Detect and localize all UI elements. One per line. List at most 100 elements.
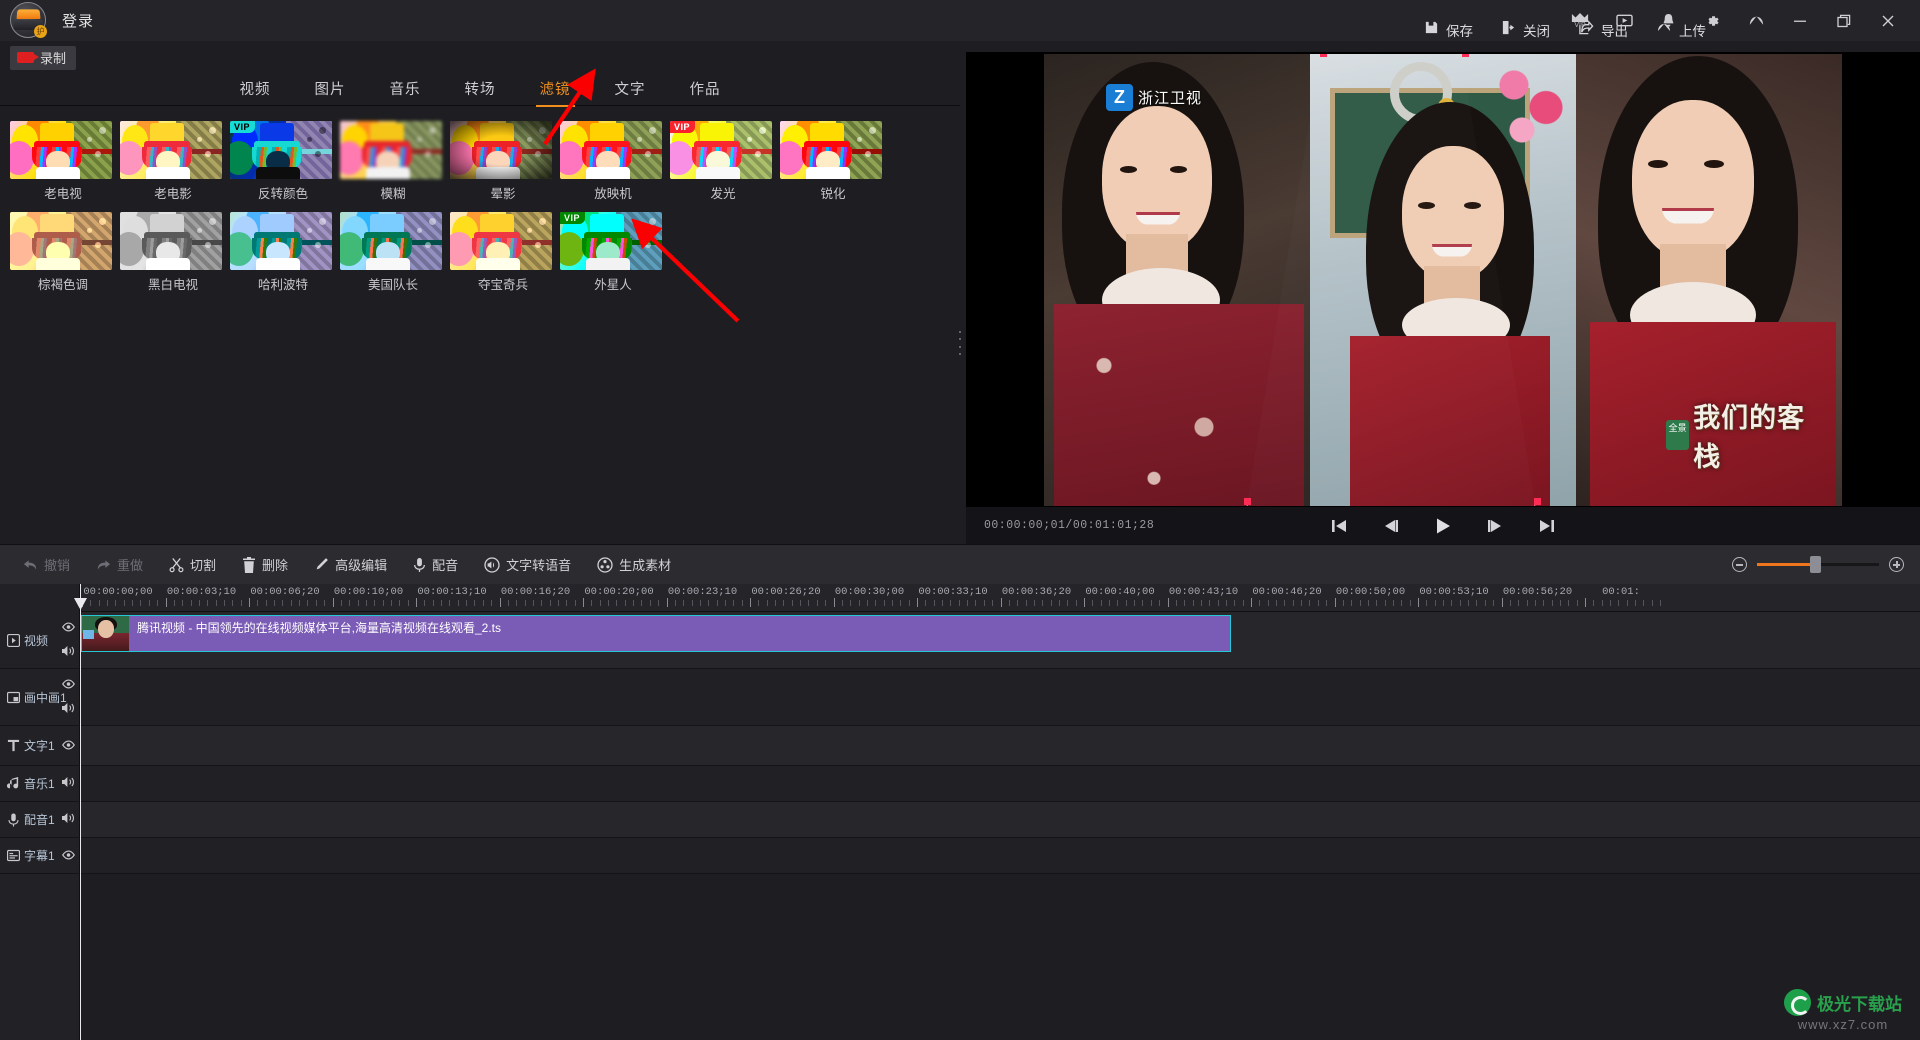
- advanced-button[interactable]: 高级编辑: [301, 545, 400, 585]
- step-forward-icon[interactable]: [1484, 515, 1506, 537]
- filter-item[interactable]: 晕影: [450, 121, 556, 202]
- maximize-icon[interactable]: [1822, 0, 1866, 41]
- video-play-box-icon[interactable]: [1602, 0, 1646, 41]
- filter-item[interactable]: 棕褐色调: [10, 212, 116, 293]
- eye-visibility-icon[interactable]: [62, 676, 75, 694]
- selection-handle-br[interactable]: [1534, 498, 1541, 505]
- dub-button[interactable]: 配音: [400, 545, 471, 585]
- tts-button[interactable]: 文字转语音: [471, 545, 584, 585]
- redo-button[interactable]: 重做: [83, 545, 156, 585]
- selection-handle-tl[interactable]: [1320, 54, 1327, 57]
- speaker-mute-icon[interactable]: [61, 701, 75, 719]
- filter-item[interactable]: 锐化: [780, 121, 886, 202]
- filter-thumbnail[interactable]: [780, 121, 882, 179]
- speaker-mute-icon[interactable]: [61, 775, 75, 793]
- app-logo[interactable]: 护: [10, 2, 48, 40]
- track-lane-pip1[interactable]: [80, 669, 1920, 725]
- home-icon[interactable]: [1734, 0, 1778, 41]
- timeline-ruler[interactable]: 00:00:00;0000:00:03;1000:00:06;2000:00:1…: [80, 584, 1920, 612]
- track-controls: [61, 766, 75, 801]
- minimize-icon[interactable]: [1778, 0, 1822, 41]
- track-header-music1[interactable]: 音乐1: [0, 766, 80, 801]
- tab-works[interactable]: 作品: [668, 74, 743, 106]
- zoom-out-icon[interactable]: [1732, 557, 1747, 572]
- eye-visibility-icon[interactable]: [62, 619, 75, 637]
- filter-thumbnail[interactable]: VIP: [560, 212, 662, 270]
- filter-item[interactable]: 老电视: [10, 121, 116, 202]
- filter-item[interactable]: VIP反转颜色: [230, 121, 336, 202]
- video-canvas[interactable]: Z 浙江卫视: [966, 52, 1920, 507]
- filter-item[interactable]: 黑白电视: [120, 212, 226, 293]
- timeline-clip[interactable]: 腾讯视频 - 中国领先的在线视频媒体平台,海量高清视频在线观看_2.ts: [81, 615, 1231, 652]
- track-header-video[interactable]: 视频: [0, 612, 80, 668]
- filter-thumbnail[interactable]: [560, 121, 662, 179]
- track-lane-music1[interactable]: [80, 766, 1920, 801]
- filter-thumbnail[interactable]: [450, 212, 552, 270]
- skip-to-end-icon[interactable]: [1536, 515, 1558, 537]
- save-button[interactable]: 保存: [1424, 20, 1473, 40]
- zoom-slider-knob[interactable]: [1810, 556, 1821, 573]
- filter-item[interactable]: 老电影: [120, 121, 226, 202]
- film-reel-icon: [597, 557, 613, 573]
- skip-to-start-icon[interactable]: [1328, 515, 1350, 537]
- delete-button[interactable]: 删除: [229, 545, 301, 585]
- track-lane-dub1[interactable]: [80, 802, 1920, 837]
- track-header-pip1[interactable]: 画中画1: [0, 669, 80, 725]
- filter-thumbnail[interactable]: [10, 212, 112, 270]
- ruler-tick: [575, 600, 576, 606]
- step-back-icon[interactable]: [1380, 515, 1402, 537]
- track-lane-text1[interactable]: [80, 726, 1920, 765]
- crown-vip-icon[interactable]: VIP: [1558, 0, 1602, 41]
- show-logo: 全景 我们的客栈: [1666, 406, 1818, 464]
- filter-thumbnail[interactable]: [120, 212, 222, 270]
- close-icon[interactable]: [1866, 0, 1910, 41]
- filter-thumbnail[interactable]: VIP: [670, 121, 772, 179]
- login-label[interactable]: 登录: [62, 10, 94, 31]
- filter-thumbnail[interactable]: [340, 212, 442, 270]
- track-lane-sub1[interactable]: [80, 838, 1920, 873]
- filter-item[interactable]: 模糊: [340, 121, 446, 202]
- bell-icon[interactable]: [1646, 0, 1690, 41]
- eye-visibility-icon[interactable]: [62, 847, 75, 865]
- filter-thumbnail[interactable]: [10, 121, 112, 179]
- track-header-dub1[interactable]: 配音1: [0, 802, 80, 837]
- selection-handle-bl[interactable]: [1244, 498, 1251, 505]
- ruler-tick: [157, 600, 158, 606]
- tab-music[interactable]: 音乐: [368, 74, 443, 106]
- tab-transition[interactable]: 转场: [443, 74, 518, 106]
- ruler-tick: [1176, 600, 1177, 606]
- filter-thumbnail[interactable]: [340, 121, 442, 179]
- filter-item[interactable]: VIP外星人: [560, 212, 666, 293]
- tab-filter[interactable]: 滤镜: [518, 74, 593, 106]
- speaker-mute-icon[interactable]: [61, 811, 75, 829]
- gear-icon[interactable]: [1690, 0, 1734, 41]
- undo-button[interactable]: 撤销: [10, 545, 83, 585]
- filter-thumbnail[interactable]: VIP: [230, 121, 332, 179]
- filter-item[interactable]: 放映机: [560, 121, 666, 202]
- close-project-button[interactable]: 关闭: [1501, 20, 1550, 40]
- eye-visibility-icon[interactable]: [62, 737, 75, 755]
- selection-handle-tr[interactable]: [1462, 54, 1469, 57]
- filter-item[interactable]: 夺宝奇兵: [450, 212, 556, 293]
- filter-thumbnail[interactable]: [450, 121, 552, 179]
- playhead[interactable]: [80, 584, 81, 1040]
- generate-button[interactable]: 生成素材: [584, 545, 684, 585]
- track-header-sub1[interactable]: 字幕1: [0, 838, 80, 873]
- filter-thumbnail[interactable]: [230, 212, 332, 270]
- zoom-slider[interactable]: [1757, 563, 1879, 566]
- cut-button[interactable]: 切割: [156, 545, 229, 585]
- panel-splitter-handle[interactable]: [955, 331, 965, 355]
- filter-item[interactable]: 美国队长: [340, 212, 446, 293]
- filter-item[interactable]: VIP发光: [670, 121, 776, 202]
- zoom-in-icon[interactable]: [1889, 557, 1904, 572]
- tab-image[interactable]: 图片: [293, 74, 368, 106]
- track-lane-video[interactable]: 腾讯视频 - 中国领先的在线视频媒体平台,海量高清视频在线观看_2.ts: [80, 612, 1920, 668]
- tab-video[interactable]: 视频: [218, 74, 293, 106]
- filter-thumbnail[interactable]: [120, 121, 222, 179]
- speaker-mute-icon[interactable]: [61, 644, 75, 662]
- play-icon[interactable]: [1432, 515, 1454, 537]
- tab-text[interactable]: 文字: [593, 74, 668, 106]
- record-button[interactable]: 录制: [10, 46, 76, 70]
- track-header-text1[interactable]: 文字1: [0, 726, 80, 765]
- filter-item[interactable]: 哈利波特: [230, 212, 336, 293]
